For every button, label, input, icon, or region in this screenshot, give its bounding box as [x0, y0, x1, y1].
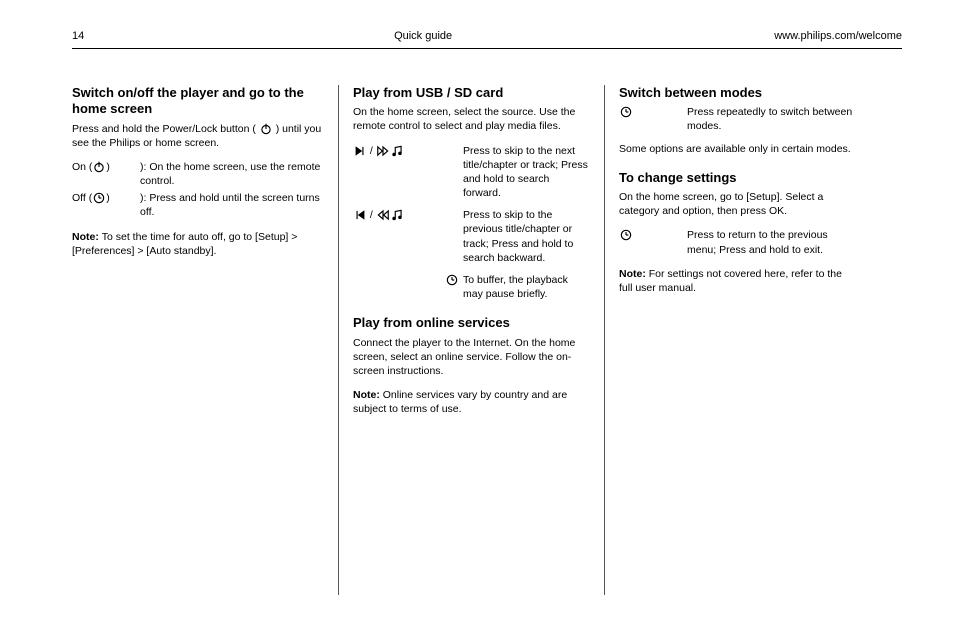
col2-note-text: Online services vary by country and are … [353, 389, 567, 415]
clock-icon [619, 228, 633, 242]
skip-forward-icon [353, 144, 367, 158]
note-prefix: Note: [619, 268, 649, 280]
col3-row-modes: Press repeatedly to switch between modes… [619, 105, 856, 133]
col2-body-1: On the home screen, select the source. U… [353, 105, 590, 133]
skip-back-icon [353, 208, 367, 222]
note-prefix: Note: [353, 389, 383, 401]
col3-heading-2: To change settings [619, 170, 856, 186]
column-3: Switch between modes Press repeatedly to… [604, 85, 870, 595]
col2-row-clock-text: To buffer, the playback may pause briefl… [463, 273, 590, 301]
col1-row-off-text: ): Press and hold until the screen turns… [140, 191, 324, 219]
column-2: Play from USB / SD card On the home scre… [338, 85, 604, 595]
clock-icon [445, 273, 459, 287]
col1-note-text: To set the time for auto off, go to [Set… [72, 231, 297, 257]
col1-note: Note: To set the time for auto off, go t… [72, 230, 324, 258]
col2-row-back: / Press to skip to the previous title/ch… [353, 208, 590, 265]
clock-icon [619, 105, 633, 119]
col3-row-back: Press to return to the previous menu; Pr… [619, 228, 856, 256]
col1-row-on-lead: On ( [72, 160, 92, 174]
col3-row-modes-text: Press repeatedly to switch between modes… [687, 105, 856, 133]
col2-body-2: Connect the player to the Internet. On t… [353, 336, 590, 379]
col2-heading-2: Play from online services [353, 315, 590, 331]
col2-row-fwd-text: Press to skip to the next title/chapter … [463, 144, 590, 201]
col1-row-off: Off ( ) ): Press and hold until the scre… [72, 191, 324, 219]
header-url: www.philips.com/welcome [774, 30, 902, 42]
col1-body: Press and hold the Power/Lock button ( )… [72, 122, 324, 150]
col2-row-back-text: Press to skip to the previous title/chap… [463, 208, 590, 265]
col3-body-2: On the home screen, go to [Setup]. Selec… [619, 190, 856, 218]
col3-note: Note: For settings not covered here, ref… [619, 267, 856, 295]
music-note-icon [390, 144, 404, 158]
col3-body-1: Some options are available only in certa… [619, 142, 856, 156]
col3-row-back-text: Press to return to the previous menu; Pr… [687, 228, 856, 256]
column-1: Switch on/off the player and go to the h… [72, 85, 338, 595]
power-icon [259, 122, 273, 136]
col1-row-on-text: ): On the home screen, use the remote co… [140, 160, 324, 188]
col1-heading: Switch on/off the player and go to the h… [72, 85, 324, 118]
col1-row-on: On ( ) ): On the home screen, use the re… [72, 160, 324, 188]
fast-forward-icon [376, 144, 390, 158]
col1-row-off-lead: Off ( [72, 191, 92, 205]
col2-heading-1: Play from USB / SD card [353, 85, 590, 101]
col1-body-text-a: Press and hold the Power/Lock button ( [72, 123, 256, 135]
col3-note-text: For settings not covered here, refer to … [619, 268, 842, 294]
page-header: 14 Quick guide www.philips.com/welcome [72, 30, 902, 49]
clock-icon [92, 191, 106, 205]
power-icon [92, 160, 106, 174]
header-rule [72, 48, 902, 49]
music-note-icon [390, 208, 404, 222]
col3-heading-1: Switch between modes [619, 85, 856, 101]
col2-row-fwd: / Press to skip to the next title/chapte… [353, 144, 590, 201]
header-title: Quick guide [394, 30, 452, 42]
page-number: 14 [72, 30, 84, 42]
col2-note: Note: Online services vary by country an… [353, 388, 590, 416]
col2-row-clock: To buffer, the playback may pause briefl… [353, 273, 590, 301]
note-prefix: Note: [72, 231, 102, 243]
rewind-icon [376, 208, 390, 222]
